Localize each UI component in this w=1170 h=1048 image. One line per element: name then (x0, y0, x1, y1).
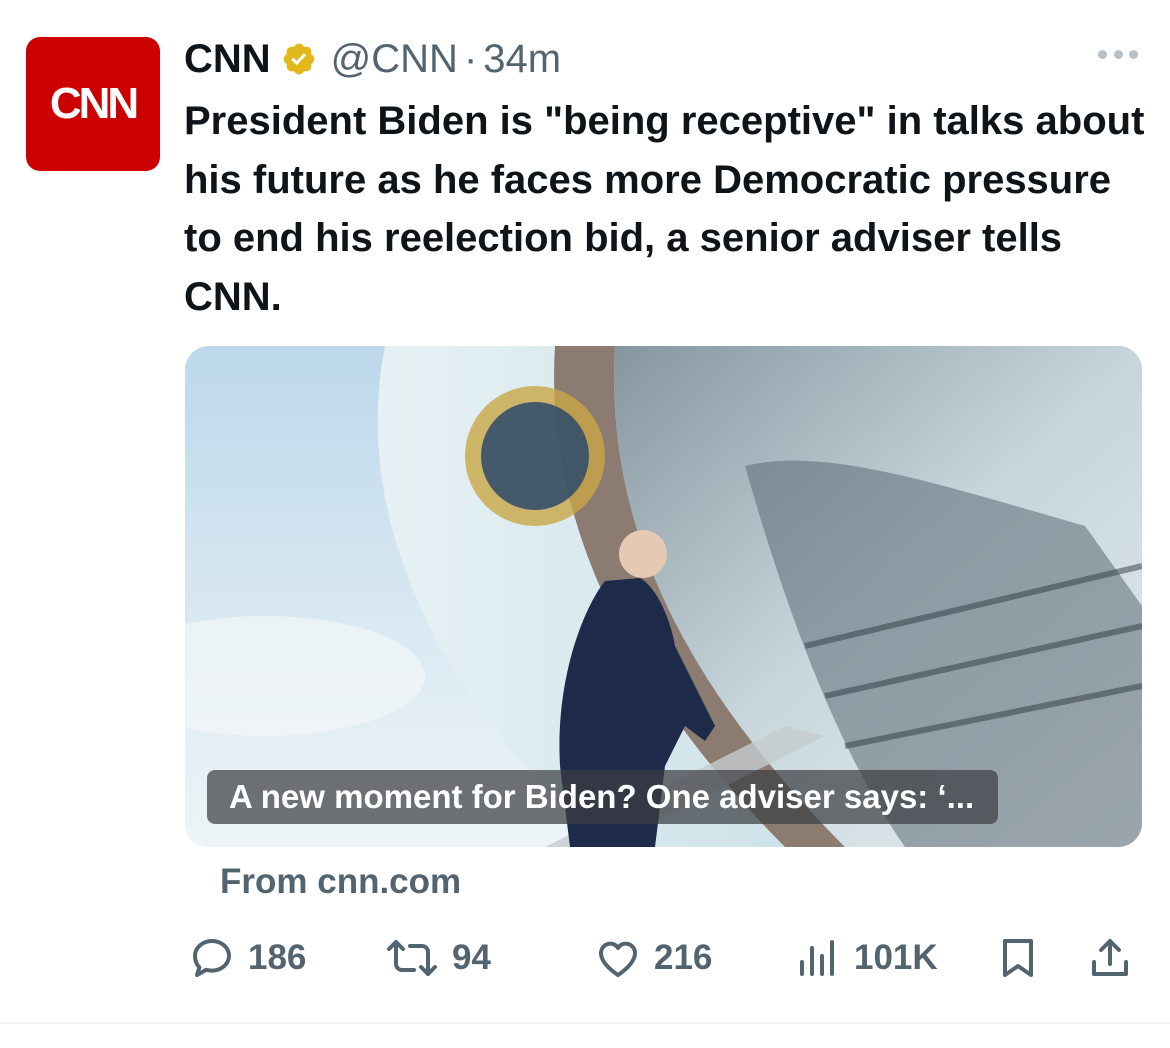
card-source[interactable]: From cnn.com (220, 862, 461, 902)
like-button[interactable]: 216 (594, 930, 712, 986)
more-dot (1098, 50, 1107, 59)
heart-icon (599, 941, 637, 977)
separator-dot: · (463, 36, 478, 81)
reply-button[interactable]: 186 (188, 930, 306, 986)
tweet[interactable]: CNN CNN @CNN · 34m President Biden is "b… (0, 0, 1170, 1048)
avatar[interactable]: CNN (26, 37, 160, 171)
share-button[interactable] (1086, 930, 1134, 986)
retweet-button[interactable]: 94 (384, 930, 491, 986)
tweet-text: President Biden is "being receptive" in … (184, 99, 1145, 319)
more-options-icon[interactable] (1098, 50, 1138, 62)
bookmark-button[interactable] (994, 930, 1042, 986)
views-count: 101K (854, 938, 938, 977)
share-icon (1092, 939, 1128, 976)
more-dot (1129, 50, 1138, 59)
bookmark-icon (1003, 939, 1033, 977)
cnn-logo: CNN (49, 79, 139, 128)
more-dot (1113, 50, 1123, 59)
timestamp[interactable]: 34m (483, 37, 561, 82)
retweet-icon (387, 940, 437, 976)
link-card[interactable]: A new moment for Biden? One adviser says… (185, 346, 1142, 847)
divider (0, 1022, 1170, 1024)
reply-icon (193, 939, 231, 977)
handle[interactable]: @CNN (331, 37, 458, 82)
display-name[interactable]: CNN (184, 37, 271, 82)
like-count: 216 (654, 938, 713, 977)
card-title[interactable]: A new moment for Biden? One adviser says… (207, 770, 999, 824)
tweet-header: CNN @CNN · 34m (184, 36, 561, 82)
verified-badge-icon[interactable] (281, 41, 317, 77)
reply-count: 186 (248, 938, 307, 977)
views-icon (800, 940, 834, 976)
action-bar: 186 94 216 101K (0, 930, 1170, 986)
retweet-count: 94 (452, 938, 491, 977)
views-button[interactable]: 101K (794, 930, 938, 986)
